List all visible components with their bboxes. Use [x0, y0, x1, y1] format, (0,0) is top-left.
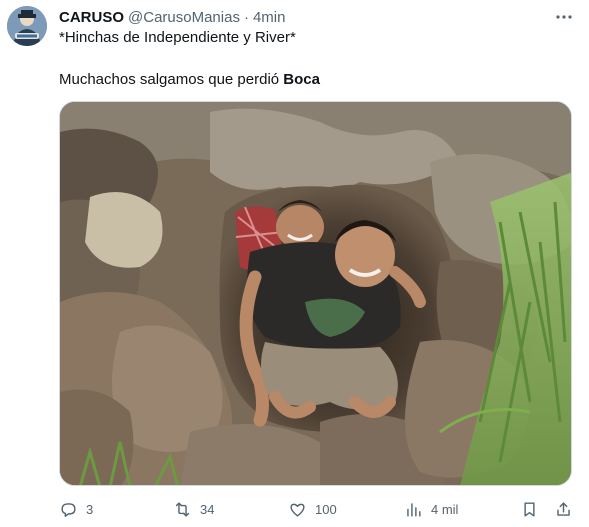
more-options-icon[interactable] [550, 6, 578, 28]
heart-icon [290, 503, 305, 517]
views-icon [407, 502, 421, 517]
bookmark-button[interactable] [520, 497, 539, 521]
tweet-header: CARUSO @CarusoManias · 4min [59, 7, 285, 27]
reply-icon [61, 502, 76, 517]
ellipsis-icon [556, 15, 572, 19]
like-button[interactable]: 100 [288, 497, 337, 521]
views-count: 4 mil [431, 501, 459, 517]
timestamp[interactable]: 4min [253, 9, 286, 26]
tweet-media-photo[interactable] [59, 101, 572, 486]
views-button[interactable]: 4 mil [404, 497, 458, 521]
user-handle[interactable]: @CarusoManias [128, 9, 240, 26]
tweet-text-line-2: Muchachos salgamos que perdió Boca [59, 70, 320, 90]
share-button[interactable] [554, 497, 573, 521]
retweet-icon [175, 501, 190, 517]
reply-button[interactable]: 3 [59, 497, 93, 521]
tweet-text-line-1: *Hinchas de Independiente y River* [59, 29, 296, 46]
separator-dot: · [243, 8, 249, 26]
tweet[interactable]: CARUSO @CarusoManias · 4min *Hinchas de … [0, 0, 589, 527]
avatar[interactable] [7, 6, 47, 46]
retweet-button[interactable]: 34 [173, 497, 214, 521]
share-icon [557, 501, 570, 516]
like-count: 100 [315, 501, 337, 517]
avatar-image [7, 6, 47, 46]
retweet-count: 34 [200, 501, 215, 517]
cave-photo [60, 102, 571, 485]
display-name[interactable]: CARUSO [59, 9, 124, 26]
tweet-text-prefix: Muchachos salgamos que perdió [59, 71, 284, 88]
tweet-actions: 3 34 100 4 mil [59, 497, 573, 521]
tweet-text-bold: Boca [283, 71, 320, 88]
reply-count: 3 [86, 501, 94, 517]
bookmark-icon [524, 501, 535, 517]
